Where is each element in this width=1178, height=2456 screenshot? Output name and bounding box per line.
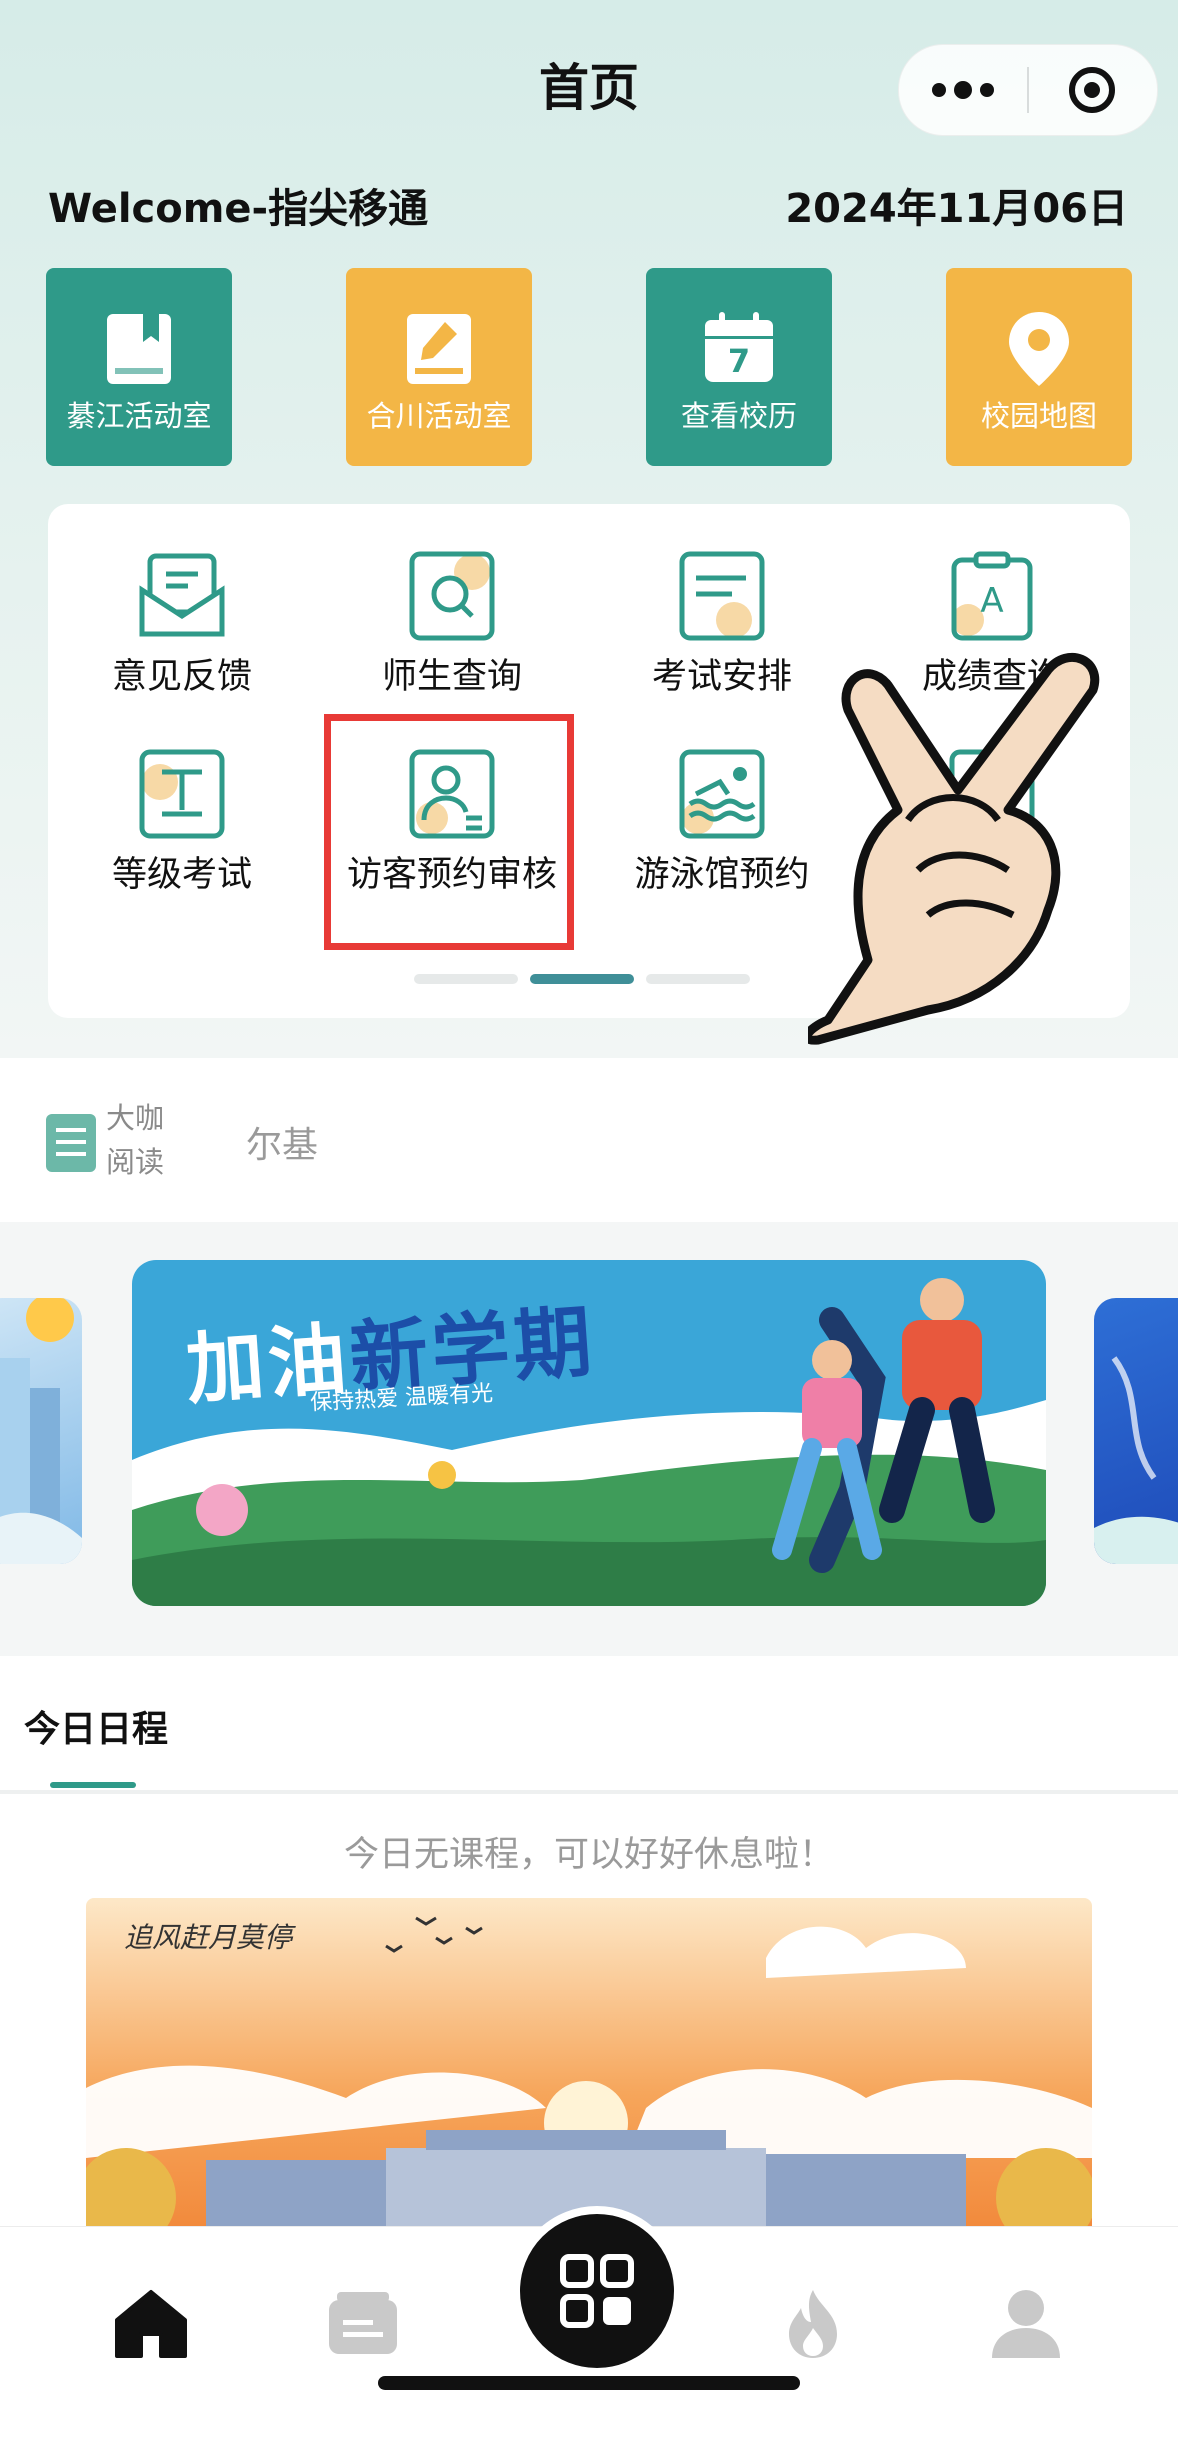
service-level-exam[interactable]: 等级考试: [47, 748, 317, 898]
close-miniprogram-icon[interactable]: [1069, 67, 1115, 113]
tile-school-calendar[interactable]: 7 查看校历: [646, 268, 832, 466]
schedule-tab-today[interactable]: 今日日程: [24, 1700, 168, 1752]
current-date: 2024年11月06日: [785, 186, 1128, 232]
tile-label: 校园地图: [980, 399, 1097, 433]
pager-dot-active: [530, 974, 634, 984]
reading-scrolling-text: 尔基: [246, 1125, 319, 1166]
tile-label: 合川活动室: [366, 399, 512, 433]
welcome-text: Welcome-指尖移通: [48, 186, 429, 232]
banner-slide-next[interactable]: [1094, 1298, 1178, 1564]
calendar-icon: 7: [705, 312, 773, 382]
pager-dot: [414, 974, 518, 984]
schedule-tab-indicator: [50, 1782, 136, 1788]
reading-title-line2: 阅读: [106, 1145, 165, 1179]
home-icon[interactable]: [113, 2286, 189, 2362]
grade-clipboard-icon: A: [951, 551, 1033, 641]
service-feedback[interactable]: 意见反馈: [47, 550, 317, 700]
tile-hechuan-activity-room[interactable]: 合川活动室: [346, 268, 532, 466]
schedule-empty-message: 今日无课程，可以好好休息啦！: [343, 1835, 834, 1875]
svg-text:A: A: [980, 581, 1003, 621]
map-pin-icon: [1009, 312, 1069, 386]
service-label: 师生查询: [381, 657, 522, 697]
scan-icon: [560, 2254, 634, 2328]
scan-button[interactable]: [512, 2206, 682, 2376]
tile-label: 綦江活动室: [66, 399, 212, 433]
card-icon[interactable]: [325, 2286, 401, 2362]
exam-schedule-icon: [679, 551, 765, 641]
rest-illustration: 追风赶月莫停: [86, 1898, 1092, 2228]
swimming-icon: [679, 749, 765, 839]
book-bookmark-icon: [107, 314, 171, 384]
pencil-book-icon: [407, 314, 471, 384]
fire-icon[interactable]: [775, 2286, 851, 2362]
service-teacher-student-search[interactable]: 师生查询: [317, 550, 587, 700]
illustration-caption: 追风赶月莫停: [124, 1921, 293, 1954]
reading-title-line1: 大咖: [106, 1101, 165, 1135]
schedule-divider: [0, 1790, 1178, 1794]
miniprogram-capsule: [898, 44, 1158, 136]
svg-text:7: 7: [728, 342, 750, 380]
feedback-envelope-icon: [139, 553, 225, 637]
capsule-divider: [1027, 67, 1029, 113]
book-icon: [46, 1114, 96, 1172]
tile-label: 查看校历: [680, 399, 797, 433]
banner-slide-previous[interactable]: [0, 1298, 82, 1564]
banner-slide-new-semester[interactable]: 加油新学期 保持热爱 温暖有光: [132, 1260, 1046, 1606]
home-indicator: [378, 2376, 800, 2390]
profile-icon[interactable]: [988, 2286, 1064, 2362]
more-icon[interactable]: [899, 45, 1027, 135]
reading-strip[interactable]: [0, 1058, 1178, 1222]
service-label: 意见反馈: [111, 657, 252, 697]
highlight-annotation-box: [324, 714, 574, 950]
victory-hand-sticker: [808, 652, 1100, 1045]
service-label: 等级考试: [111, 855, 252, 895]
pager-dot: [646, 974, 750, 984]
reading-title: 大咖 阅读: [106, 1096, 164, 1184]
search-document-icon: [409, 551, 495, 641]
tile-qijiang-activity-room[interactable]: 綦江活动室: [46, 268, 232, 466]
tile-campus-map[interactable]: 校园地图: [946, 268, 1132, 466]
level-exam-icon: [139, 749, 225, 839]
